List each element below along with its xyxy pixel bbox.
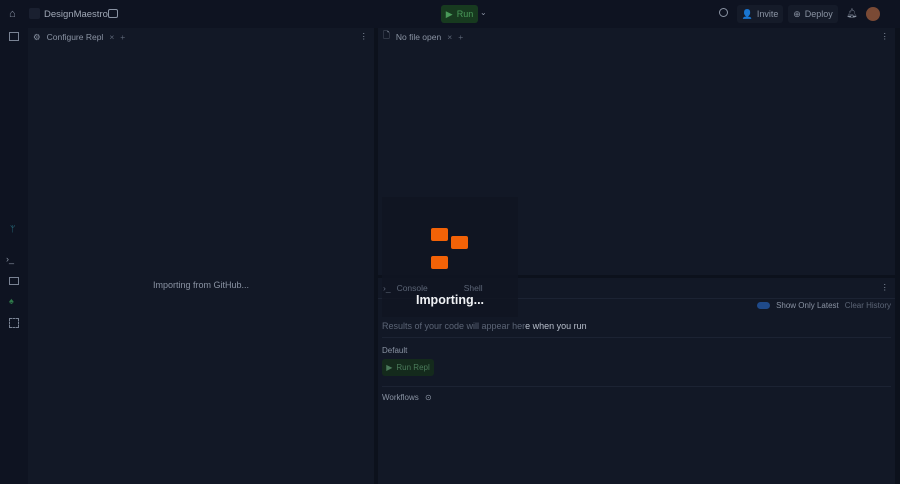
- play-icon: ▶: [386, 363, 393, 372]
- tab-no-file[interactable]: No file open: [396, 32, 441, 42]
- project-name[interactable]: DesignMaestro: [44, 9, 108, 20]
- gear-icon: ⚙: [33, 31, 41, 42]
- more-icon[interactable]: ⋮: [360, 31, 369, 42]
- grid-icon[interactable]: [9, 318, 19, 328]
- terminal-icon[interactable]: ›_: [6, 254, 14, 264]
- bell-icon[interactable]: 🔔︎: [846, 8, 857, 19]
- git-icon[interactable]: ᛘ: [10, 224, 15, 234]
- invite-button[interactable]: 👤 Invite: [737, 5, 783, 23]
- help-icon: ⊙: [424, 393, 432, 402]
- show-latest-toggle[interactable]: [757, 302, 771, 309]
- console-toolbar: Show Only Latest Clear History: [757, 301, 891, 310]
- terminal-tab-icon: ›_: [383, 283, 391, 293]
- more-icon[interactable]: ⋮: [881, 31, 890, 42]
- play-icon: ▶: [445, 8, 453, 19]
- home-icon[interactable]: ⌂: [9, 8, 16, 20]
- replit-logo-block: [431, 228, 448, 241]
- show-latest-label: Show Only Latest: [776, 301, 839, 310]
- deploy-button[interactable]: ⊕ Deploy: [788, 5, 838, 23]
- default-label: Default: [382, 346, 408, 355]
- import-overlay: Importing...: [382, 197, 518, 317]
- console-placeholder: Results of your code will appear here wh…: [382, 321, 587, 331]
- layout-icon[interactable]: [108, 9, 118, 18]
- tab-shell[interactable]: Shell: [464, 283, 483, 293]
- tab-configure-repl[interactable]: Configure Repl: [47, 32, 104, 42]
- run-button[interactable]: ▶ Run: [441, 5, 478, 23]
- tab-console[interactable]: Console: [397, 283, 428, 293]
- chevron-down-icon[interactable]: ⌄: [480, 8, 487, 17]
- deploy-icon: ⊕: [793, 8, 801, 19]
- files-icon[interactable]: [9, 32, 19, 41]
- monitor-icon[interactable]: [9, 277, 19, 285]
- left-panel: ⚙ Configure Repl × + ⋮ Importing from Gi…: [28, 28, 374, 484]
- file-icon: 🗋: [383, 30, 390, 40]
- deploy-rail-icon[interactable]: ♠: [9, 296, 14, 306]
- top-bar: ⌂ DesignMaestro ▶ Run ⌄ 👤 Invite ⊕ Deploy 🔔…: [0, 0, 900, 28]
- close-icon[interactable]: ×: [109, 32, 114, 42]
- import-status: Importing from GitHub...: [152, 280, 250, 290]
- add-user-icon: 👤: [741, 8, 753, 19]
- project-icon: [29, 8, 40, 19]
- left-tab-bar: ⚙ Configure Repl × + ⋮: [28, 28, 374, 46]
- replit-logo-block: [431, 256, 448, 269]
- add-tab-icon[interactable]: +: [458, 32, 463, 42]
- replit-logo-block: [451, 236, 468, 249]
- console-tab-bar: ›_ Console Shell ⋮: [378, 278, 895, 298]
- editor-tab-bar: 🗋 No file open × + ⋮: [378, 28, 895, 46]
- more-icon[interactable]: ⋮: [881, 282, 890, 293]
- search-icon[interactable]: [719, 8, 728, 17]
- close-icon[interactable]: ×: [447, 32, 452, 42]
- add-tab-icon[interactable]: +: [120, 32, 125, 42]
- avatar[interactable]: [866, 7, 880, 21]
- side-rail: ᛘ ›_ ♠: [0, 28, 28, 484]
- workflows-label: Workflows ⊙: [382, 393, 432, 402]
- run-repl-button[interactable]: ▶ Run Repl: [382, 359, 434, 376]
- clear-history-button[interactable]: Clear History: [845, 301, 891, 310]
